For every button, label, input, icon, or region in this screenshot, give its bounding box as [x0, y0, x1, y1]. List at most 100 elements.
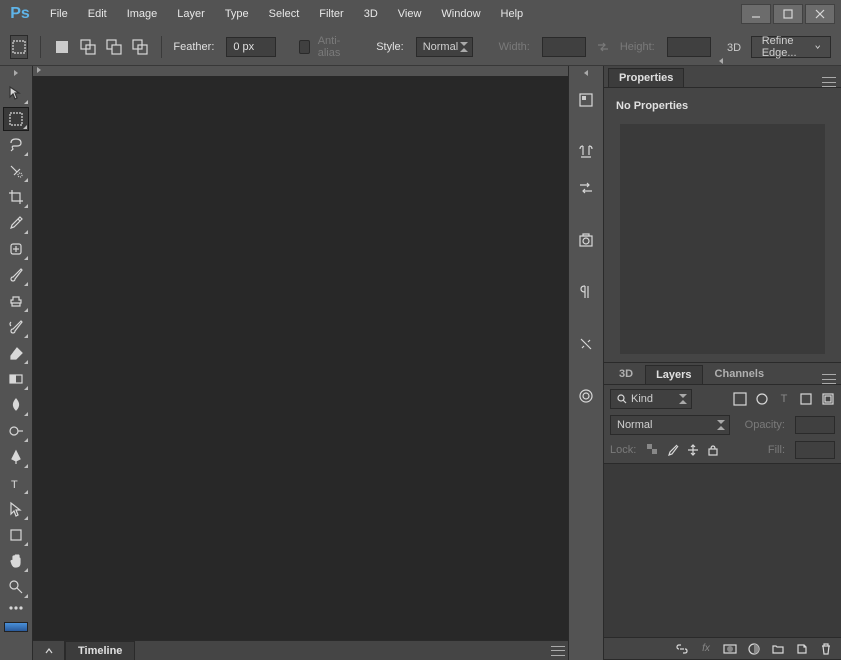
dodge-tool[interactable]	[3, 419, 29, 443]
menu-image[interactable]: Image	[117, 4, 168, 24]
quick-select-tool[interactable]	[3, 159, 29, 183]
brushes-panel-icon[interactable]	[572, 330, 600, 358]
filter-shape-icon[interactable]	[799, 392, 813, 406]
collapsed-panels	[568, 66, 603, 660]
brush-tool[interactable]	[3, 263, 29, 287]
window-controls	[739, 4, 835, 24]
height-label: Height:	[620, 41, 655, 53]
edit-toolbar-icon[interactable]	[3, 601, 29, 615]
blend-mode-select[interactable]: Normal	[610, 415, 730, 435]
menu-bar: Ps File Edit Image Layer Type Select Fil…	[0, 0, 841, 28]
layer-mask-icon[interactable]	[723, 642, 737, 656]
marquee-tool-icon[interactable]	[10, 35, 28, 59]
layer-filter-select[interactable]: Kind	[610, 389, 692, 409]
3d-icon[interactable]: 3D	[725, 35, 743, 59]
filter-pixel-icon[interactable]	[733, 392, 747, 406]
layer-fx-icon[interactable]: fx	[699, 642, 713, 656]
gradient-tool[interactable]	[3, 367, 29, 391]
svg-text:T: T	[11, 479, 18, 491]
lock-label: Lock:	[610, 444, 636, 456]
properties-menu-icon[interactable]	[817, 77, 841, 87]
clone-stamp-tool[interactable]	[3, 289, 29, 313]
menu-filter[interactable]: Filter	[309, 4, 353, 24]
adjustment-layer-icon[interactable]	[747, 642, 761, 656]
opacity-label: Opacity:	[745, 419, 785, 431]
canvas[interactable]	[33, 76, 568, 640]
history-brush-tool[interactable]	[3, 315, 29, 339]
lock-transparent-icon[interactable]	[646, 443, 660, 457]
opacity-input[interactable]	[795, 416, 835, 434]
no-properties-label: No Properties	[612, 96, 833, 116]
feather-input[interactable]	[226, 37, 276, 57]
lasso-tool[interactable]	[3, 133, 29, 157]
color-panel-icon[interactable]	[572, 138, 600, 166]
link-layers-icon[interactable]	[675, 642, 689, 656]
eyedropper-tool[interactable]	[3, 211, 29, 235]
shape-tool[interactable]	[3, 523, 29, 547]
right-panel-group: Properties No Properties 3D Layers Chann…	[603, 66, 841, 660]
type-tool[interactable]: T	[3, 471, 29, 495]
pen-tool[interactable]	[3, 445, 29, 469]
menu-layer[interactable]: Layer	[167, 4, 215, 24]
timeline-menu-icon[interactable]	[548, 641, 568, 660]
hand-tool[interactable]	[3, 549, 29, 573]
filter-smart-icon[interactable]	[821, 392, 835, 406]
add-selection-icon[interactable]	[79, 35, 97, 59]
layers-tab[interactable]: Layers	[645, 365, 702, 384]
menu-select[interactable]: Select	[259, 4, 310, 24]
menu-help[interactable]: Help	[491, 4, 534, 24]
close-button[interactable]	[805, 4, 835, 24]
menu-window[interactable]: Window	[431, 4, 490, 24]
move-tool[interactable]	[3, 81, 29, 105]
layer-group-icon[interactable]	[771, 642, 785, 656]
quick-mask-toggle[interactable]	[4, 622, 28, 632]
eraser-tool[interactable]	[3, 341, 29, 365]
channels-tab[interactable]: Channels	[704, 364, 776, 384]
expand-tools-icon[interactable]	[0, 68, 32, 78]
menu-3d[interactable]: 3D	[354, 4, 388, 24]
delete-layer-icon[interactable]	[819, 642, 833, 656]
lock-all-icon[interactable]	[706, 443, 720, 457]
timeline-expand-icon[interactable]	[33, 641, 65, 660]
libraries-panel-icon[interactable]	[572, 382, 600, 410]
filter-adjustment-icon[interactable]	[755, 392, 769, 406]
healing-brush-tool[interactable]	[3, 237, 29, 261]
zoom-tool[interactable]	[3, 575, 29, 599]
style-select[interactable]: Normal	[416, 37, 473, 57]
fill-input[interactable]	[795, 441, 835, 459]
timeline-tab[interactable]: Timeline	[65, 641, 135, 660]
intersect-selection-icon[interactable]	[131, 35, 149, 59]
menu-file[interactable]: File	[40, 4, 78, 24]
expand-tabs-icon[interactable]	[37, 65, 41, 75]
crop-tool[interactable]	[3, 185, 29, 209]
new-layer-icon[interactable]	[795, 642, 809, 656]
subtract-selection-icon[interactable]	[105, 35, 123, 59]
filter-type-icon[interactable]: T	[777, 392, 791, 406]
expand-panels-icon[interactable]	[569, 68, 603, 78]
path-select-tool[interactable]	[3, 497, 29, 521]
3d-tab[interactable]: 3D	[608, 364, 644, 384]
expand-properties-icon[interactable]	[602, 56, 839, 66]
menu-edit[interactable]: Edit	[78, 4, 117, 24]
feather-label: Feather:	[173, 41, 214, 53]
blur-tool[interactable]	[3, 393, 29, 417]
layers-options: Kind T Normal Opacity: Lock:	[604, 385, 841, 464]
layers-menu-icon[interactable]	[817, 374, 841, 384]
marquee-tool[interactable]	[3, 107, 29, 131]
app-logo: Ps	[6, 3, 34, 25]
history-panel-icon[interactable]	[572, 86, 600, 114]
adjustments-panel-icon[interactable]	[572, 226, 600, 254]
new-selection-icon[interactable]	[53, 35, 71, 59]
refine-edge-button[interactable]: Refine Edge...	[751, 36, 831, 58]
height-input	[667, 37, 711, 57]
menu-view[interactable]: View	[388, 4, 432, 24]
maximize-button[interactable]	[773, 4, 803, 24]
lock-position-icon[interactable]	[686, 443, 700, 457]
swatches-panel-icon[interactable]	[572, 174, 600, 202]
minimize-button[interactable]	[741, 4, 771, 24]
layers-list[interactable]	[604, 464, 841, 637]
properties-tab[interactable]: Properties	[608, 68, 684, 87]
lock-pixels-icon[interactable]	[666, 443, 680, 457]
menu-type[interactable]: Type	[215, 4, 259, 24]
paragraph-panel-icon[interactable]	[572, 278, 600, 306]
